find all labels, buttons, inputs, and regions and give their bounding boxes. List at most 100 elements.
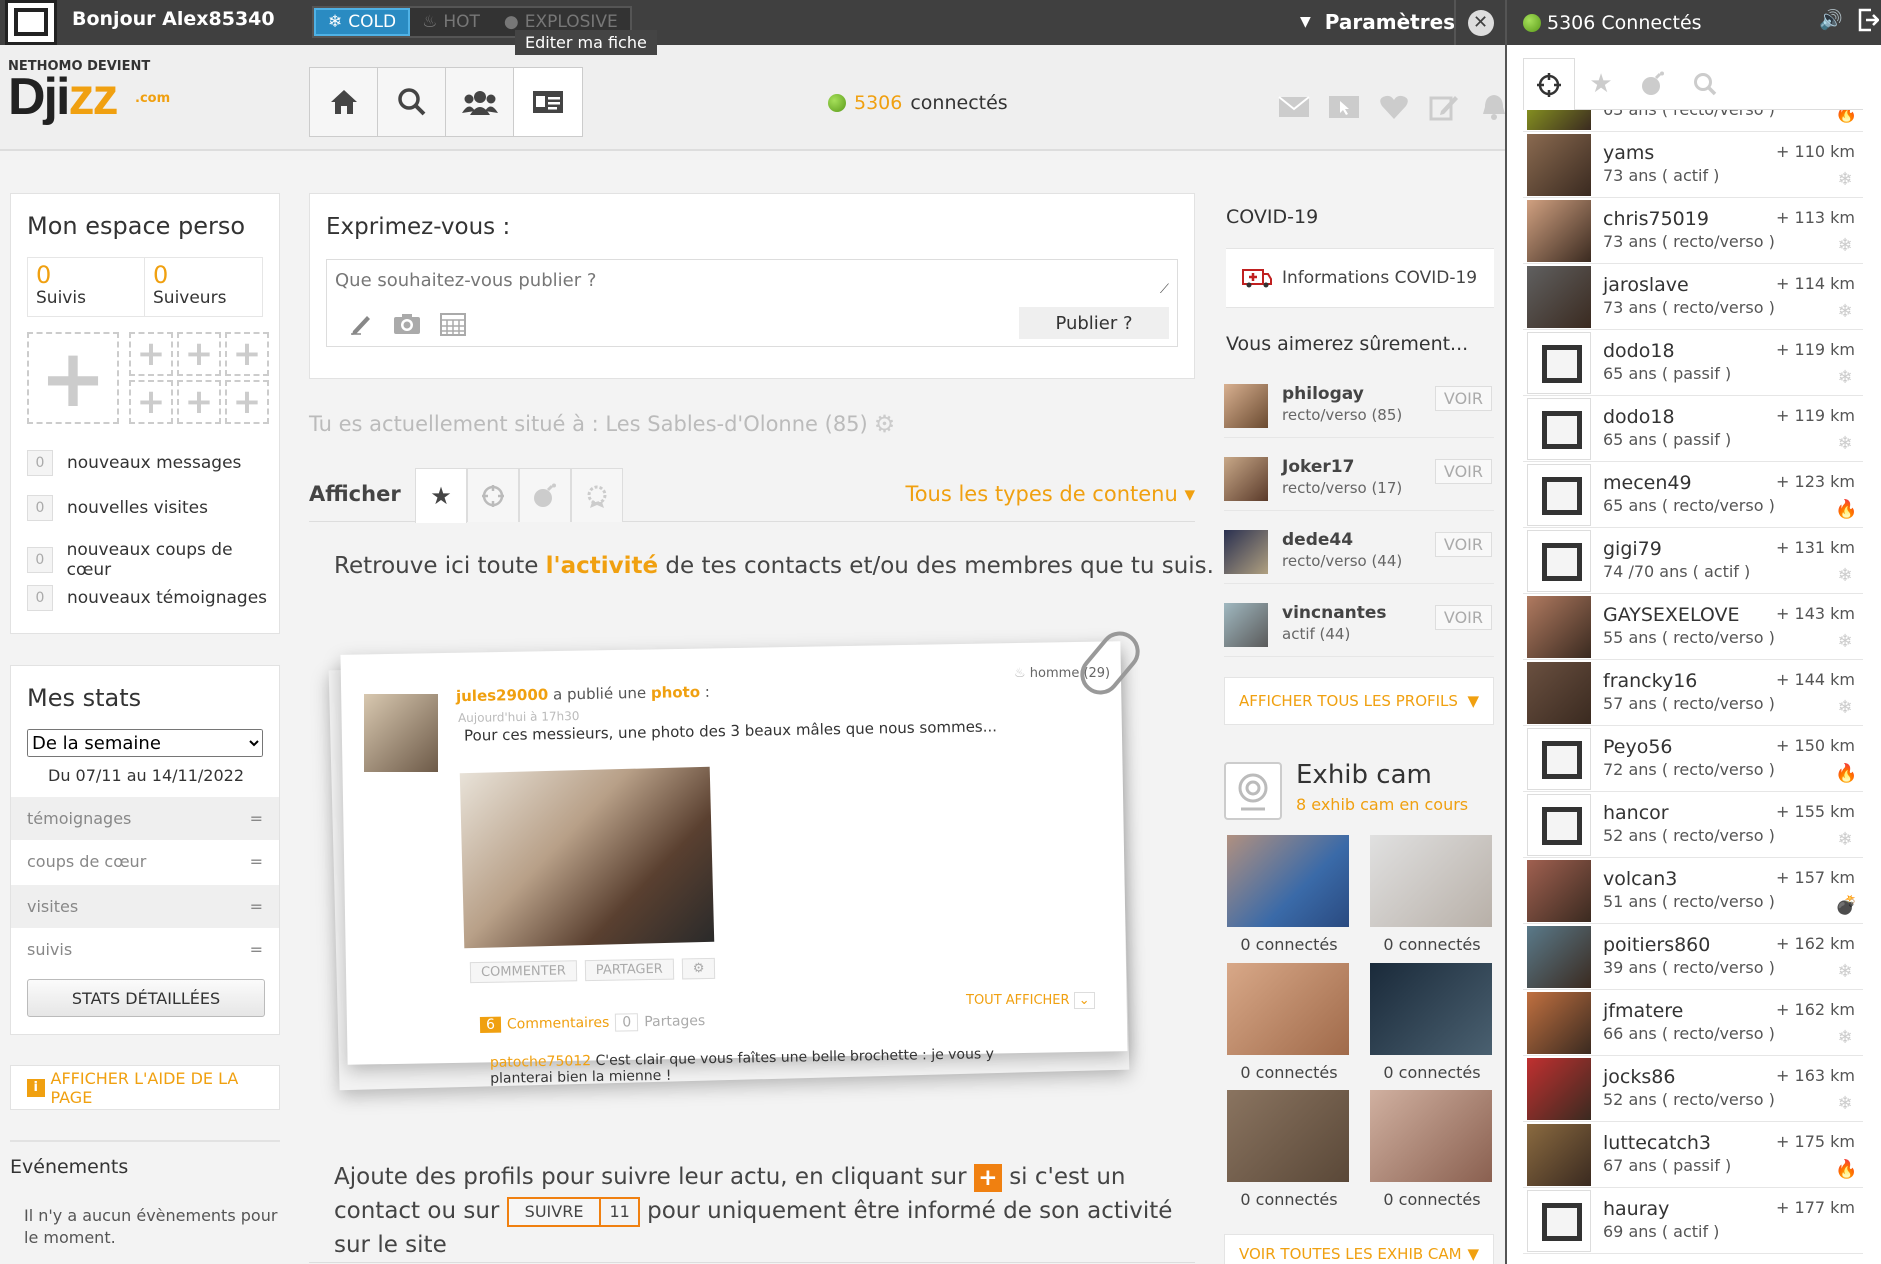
notif-visits[interactable]: 0 nouvelles visites bbox=[27, 495, 208, 521]
content-type-dropdown[interactable]: Tous les types de contenu ▾ bbox=[905, 482, 1195, 506]
followers-count[interactable]: 0 Suiveurs bbox=[145, 258, 262, 316]
online-user-row[interactable]: chris75019 73 ans ( recto/verso ) + 113 km… bbox=[1523, 198, 1863, 264]
user-avatar[interactable] bbox=[5, 0, 57, 45]
cam-tile[interactable]: 0 connectés bbox=[1370, 963, 1494, 1082]
user-details: 74 /70 ans ( actif ) bbox=[1603, 562, 1751, 581]
mode-cold[interactable]: ❄ COLD bbox=[314, 8, 411, 36]
online-user-row[interactable]: mecen49 65 ans ( recto/verso ) + 123 km 🔥 bbox=[1523, 462, 1863, 528]
close-button[interactable]: ✕ bbox=[1454, 0, 1505, 45]
covid-info-link[interactable]: Informations COVID-19 bbox=[1226, 248, 1494, 308]
sample-actions: COMMENTER PARTAGER ⚙ bbox=[469, 957, 716, 984]
online-user-list: 63 ans ( recto/verso ) 🔥 yams 73 ans ( acti… bbox=[1523, 110, 1863, 1264]
tab-search[interactable] bbox=[1679, 58, 1731, 110]
settings-menu[interactable]: ▼ Paramètres bbox=[1300, 10, 1455, 34]
edit-icon[interactable] bbox=[1428, 93, 1460, 121]
cam-tile[interactable]: 0 connectés bbox=[1370, 1090, 1494, 1209]
show-all-cams-button[interactable]: VOIR TOUTES LES EXHIB CAM ▼ bbox=[1224, 1234, 1494, 1264]
notif-crushes[interactable]: 0 nouveaux coups de cœur bbox=[27, 540, 279, 580]
mode-hot[interactable]: ♨ HOT bbox=[410, 8, 492, 36]
suggestion-item[interactable]: philogay recto/verso (85) VOIR bbox=[1224, 376, 1494, 438]
view-button[interactable]: VOIR bbox=[1434, 605, 1492, 630]
mode-label: HOT bbox=[443, 12, 480, 32]
tab-favorites[interactable]: ★ bbox=[1575, 58, 1627, 110]
mail-icon[interactable] bbox=[1278, 93, 1310, 121]
suggestion-item[interactable]: dede44 recto/verso (44) VOIR bbox=[1224, 522, 1494, 584]
online-user-row[interactable]: francky16 57 ans ( recto/verso ) + 144 km ❄ bbox=[1523, 660, 1863, 726]
suggestion-item[interactable]: vincnantes actif (44) VOIR bbox=[1224, 595, 1494, 657]
user-details: 51 ans ( recto/verso ) bbox=[1603, 892, 1775, 911]
online-user-row[interactable]: dodo18 65 ans ( passif ) + 119 km ❄ bbox=[1523, 396, 1863, 462]
cam-tile[interactable]: 0 connectés bbox=[1227, 1090, 1351, 1209]
gear-icon[interactable]: ⚙ bbox=[874, 410, 896, 438]
speaker-icon[interactable]: 🔊 bbox=[1819, 8, 1843, 31]
online-user-row[interactable]: jocks86 52 ans ( recto/verso ) + 163 km ❄ bbox=[1523, 1056, 1863, 1122]
user-mood-icon: ❄ bbox=[1837, 367, 1853, 388]
logo[interactable]: NETHOMO DEVIENT Djizz .com bbox=[8, 59, 170, 123]
suggestion-item[interactable]: Joker17 recto/verso (17) VOIR bbox=[1224, 449, 1494, 511]
notif-testimonials[interactable]: 0 nouveaux témoignages bbox=[27, 585, 267, 611]
tab-explosive[interactable] bbox=[519, 468, 571, 522]
post-input[interactable]: Que souhaitez-vous publier ? Publier ? ⟋ bbox=[326, 259, 1178, 347]
nav-community[interactable] bbox=[446, 68, 514, 136]
camera-icon[interactable] bbox=[393, 312, 421, 336]
online-user-row[interactable]: yams 73 ans ( actif ) + 110 km ❄ bbox=[1523, 132, 1863, 198]
tab-explosive[interactable] bbox=[1627, 58, 1679, 110]
online-user-row[interactable]: luttecatch3 67 ans ( passif ) + 175 km 🔥 bbox=[1523, 1122, 1863, 1188]
add-photo-button[interactable]: + bbox=[225, 380, 269, 424]
pencil-icon[interactable] bbox=[347, 312, 375, 336]
tab-nearby[interactable] bbox=[1523, 58, 1575, 110]
online-user-row[interactable]: GAYSEXELOVE 55 ans ( recto/verso ) + 143 k… bbox=[1523, 594, 1863, 660]
cam-tile[interactable]: 0 connectés bbox=[1227, 835, 1351, 954]
online-user-row[interactable]: hancor 52 ans ( recto/verso ) + 155 km ❄ bbox=[1523, 792, 1863, 858]
online-user-row[interactable]: 63 ans ( recto/verso ) 🔥 bbox=[1523, 110, 1863, 132]
online-user-row[interactable]: jfmatere 66 ans ( recto/verso ) + 162 km ❄ bbox=[1523, 990, 1863, 1056]
bomb-icon bbox=[534, 483, 556, 507]
add-photo-button[interactable]: + bbox=[177, 332, 221, 376]
visits-icon[interactable] bbox=[1328, 93, 1360, 121]
exit-icon[interactable] bbox=[1857, 8, 1880, 37]
show-all-profiles-button[interactable]: AFFICHER TOUS LES PROFILS ▼ bbox=[1224, 677, 1494, 725]
suggestion-sub: actif (44) bbox=[1282, 625, 1351, 643]
online-user-row[interactable]: volcan3 51 ans ( recto/verso ) + 157 km 💣 bbox=[1523, 858, 1863, 924]
follows-count[interactable]: 0 Suivis bbox=[28, 258, 145, 316]
cam-tile[interactable]: 0 connectés bbox=[1227, 963, 1351, 1082]
panel-title: Mon espace perso bbox=[27, 212, 246, 240]
notif-messages[interactable]: 0 nouveaux messages bbox=[27, 450, 241, 476]
tab-badges[interactable] bbox=[571, 468, 623, 522]
nav-home[interactable] bbox=[310, 68, 378, 136]
calendar-icon[interactable] bbox=[439, 312, 467, 336]
nav-search[interactable] bbox=[378, 68, 446, 136]
online-user-row[interactable]: jaroslave 73 ans ( recto/verso ) + 114 km ❄ bbox=[1523, 264, 1863, 330]
online-user-row[interactable]: Peyo56 72 ans ( recto/verso ) + 150 km 🔥 bbox=[1523, 726, 1863, 792]
heart-icon[interactable] bbox=[1378, 93, 1410, 121]
add-photo-button[interactable]: + bbox=[129, 380, 173, 424]
view-button[interactable]: VOIR bbox=[1434, 459, 1492, 484]
sample-colon: : bbox=[699, 682, 711, 701]
info-icon: i bbox=[27, 1078, 45, 1097]
add-photo-button[interactable]: + bbox=[225, 332, 269, 376]
view-button[interactable]: VOIR bbox=[1434, 386, 1492, 411]
user-name: hauray bbox=[1603, 1198, 1670, 1220]
online-user-row[interactable]: dodo18 65 ans ( passif ) + 119 km ❄ bbox=[1523, 330, 1863, 396]
online-user-row[interactable]: gigi79 74 /70 ans ( actif ) + 131 km ❄ bbox=[1523, 528, 1863, 594]
tab-favorites[interactable]: ★ bbox=[415, 468, 467, 523]
cam-tile[interactable]: 0 connectés bbox=[1370, 835, 1494, 954]
publish-button[interactable]: Publier ? bbox=[1019, 307, 1169, 339]
user-name: jocks86 bbox=[1603, 1066, 1676, 1088]
add-main-photo-button[interactable]: + bbox=[27, 332, 119, 425]
period-select[interactable]: De la semaine bbox=[27, 729, 263, 757]
add-photo-button[interactable]: + bbox=[129, 332, 173, 376]
online-user-row[interactable]: hauray 69 ans ( actif ) + 177 km bbox=[1523, 1188, 1863, 1254]
user-name: chris75019 bbox=[1603, 208, 1709, 230]
period-range: Du 07/11 au 14/11/2022 bbox=[48, 766, 244, 785]
resize-handle-icon[interactable]: ⟋ bbox=[1160, 282, 1169, 297]
post-placeholder: Que souhaitez-vous publier ? bbox=[335, 270, 597, 291]
tab-nearby[interactable] bbox=[467, 468, 519, 522]
add-photo-button[interactable]: + bbox=[177, 380, 221, 424]
view-button[interactable]: VOIR bbox=[1434, 532, 1492, 557]
page-help-link[interactable]: i AFFICHER L'AIDE DE LA PAGE bbox=[10, 1065, 280, 1110]
nav-edit-profile[interactable] bbox=[514, 68, 582, 136]
user-distance: + 163 km bbox=[1776, 1066, 1855, 1085]
detailed-stats-button[interactable]: STATS DÉTAILLÉES bbox=[27, 979, 265, 1017]
online-user-row[interactable]: poitiers860 39 ans ( recto/verso ) + 162 k… bbox=[1523, 924, 1863, 990]
